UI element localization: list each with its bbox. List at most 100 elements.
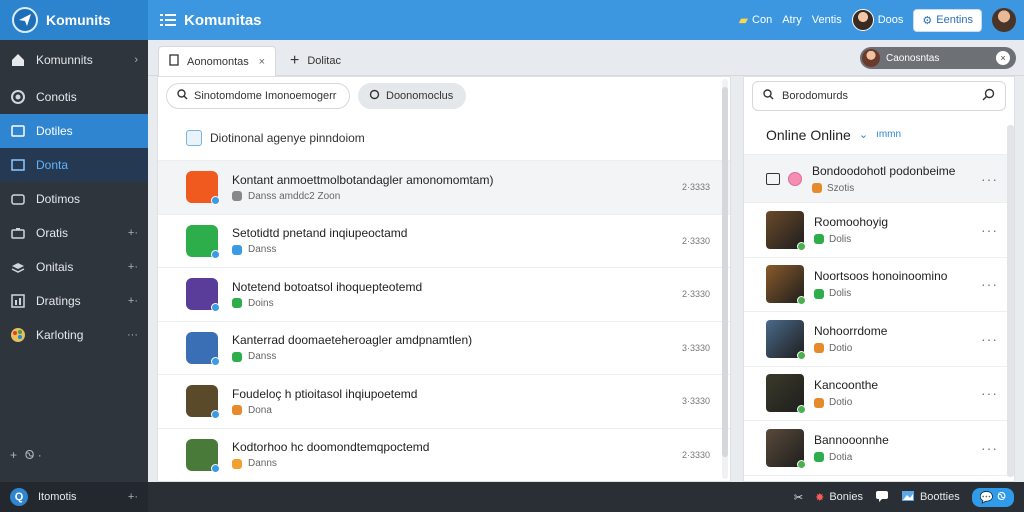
online-user-row[interactable]: Kancoonthe Dotio ··· [744,367,1014,421]
avatar [862,49,880,67]
online-user-row[interactable]: Bannooonnhe Dotia ··· [744,421,1014,476]
meta-icon [232,191,242,202]
more-options-icon[interactable]: ··· [981,331,998,347]
sidebar-item-komunnits[interactable]: Komunnits › [0,40,148,80]
meta-icon [232,298,242,309]
sidebar-item-onitais[interactable]: Onitais +· [0,250,148,284]
tab-new[interactable]: + Dolitac [280,46,351,76]
close-icon[interactable]: × [996,51,1010,65]
more-options-icon[interactable]: ··· [981,171,998,187]
meta-icon [232,405,242,416]
online-user-row[interactable]: Noortsoos honoinoomino Dolis ··· [744,258,1014,312]
circle-icon [10,89,26,105]
online-heading[interactable]: Online Online ⌄ ımmn [744,115,1014,155]
sidebar-item-dotimos[interactable]: Dotimos [0,182,148,216]
more-options-icon[interactable]: ··· [981,440,998,456]
top-item-ventis[interactable]: Ventis [812,14,842,26]
avatar [766,265,806,306]
top-item-doos[interactable]: Doos [851,9,903,31]
badge-icon [788,171,802,186]
item-meta: Danss amddc2 Zoon [232,191,493,202]
sidebar-item-donta[interactable]: Donta [0,148,148,182]
magnifier-icon[interactable] [982,88,995,104]
brand-area[interactable]: Komunits [0,0,148,40]
filter-chip[interactable]: Doonomoclus [358,83,466,109]
more-options-icon[interactable]: ··· [981,276,998,292]
toolbox-icon [10,225,26,241]
status-dot [211,356,220,366]
q-logo-icon: Q [10,488,28,506]
item-time: 3·3330 [681,396,710,407]
bottom-item-2[interactable]: Bootties [901,490,960,505]
online-panel: Borodomurds Online Online ⌄ ımmn Bondood… [743,76,1015,482]
status-icon [814,452,824,463]
online-search-input[interactable]: Borodomurds [752,81,1006,111]
menu-icon[interactable] [158,10,178,30]
app-thumbnail [186,171,220,206]
chat-icon[interactable] [766,172,780,185]
top-bar: Komunitas ▰ Con Atry Ventis Doos ⚙ Eenti… [148,0,1024,40]
list-item[interactable]: Setotidtd pnetand inqiupeoctamd Danss 2·33… [158,215,730,268]
app-thumbnail [186,331,220,366]
plus-icon: + [10,448,18,462]
online-user-row[interactable]: Bondoodohotl podonbeime Szotis ··· [744,155,1014,203]
status-dot [211,249,220,259]
user-status: Dotia [814,452,889,463]
status-dot [797,350,806,360]
scissors-icon[interactable]: ✂ [794,491,803,504]
status-icon [812,183,822,193]
top-item-atry[interactable]: Atry [782,14,802,26]
bottom-item-1[interactable]: ✸ Bonies [815,491,863,504]
tablet-icon [10,123,26,139]
sidebar-add-row[interactable]: + Ꮻ · [0,442,148,468]
alert-icon: ✸ [815,491,825,504]
user-chip[interactable]: Caonosntas × [860,47,1016,69]
user-name: Nohoorrdome [814,323,888,338]
user-name: Bannooonnhe [814,432,889,447]
user-name: Noortsoos honoinoomino [814,269,948,284]
online-user-row[interactable]: Roomoohoyig Dolis ··· [744,203,1014,258]
chat-icon[interactable] [875,490,889,505]
list-item[interactable]: Foudeloç h ptioitasol ihqiupoetemd Dona 3·… [158,375,730,429]
item-time: 3·3330 [681,342,710,353]
sidebar-item-dotiles[interactable]: Dotiles [0,114,148,148]
sidebar-item-karloting[interactable]: Karloting ··· [0,318,148,352]
sidebar-item-oratis[interactable]: Oratis +· [0,216,148,250]
list-item[interactable]: Kanterrad doomaeteheroagler amdpnamtlen)… [158,322,730,375]
sidebar-item-dratings[interactable]: Dratings +· [0,284,148,318]
app-thumbnail [186,224,220,259]
scrollbar-track[interactable] [1007,125,1014,477]
more-options-icon[interactable]: ··· [981,385,998,401]
online-user-row[interactable]: Nohoorrdome Dotio ··· [744,312,1014,367]
list-item[interactable]: Kontant anmoettmolbotandagler amonomomta… [158,161,730,215]
item-time: 2·3330 [681,449,710,460]
scrollbar-thumb[interactable] [722,87,728,457]
status-dot [797,296,806,306]
status-dot [211,410,220,420]
bottom-action-button[interactable]: 💬 Ꮻ [971,487,1014,507]
search-icon [763,89,774,103]
more-options-icon[interactable]: ··· [981,222,998,238]
sidebar: Komunnits › Conotis Dotiles Donta Dotimo… [0,40,148,482]
sidebar-footer[interactable]: Q Itomotis +· [0,482,148,512]
user-status: Szotis [812,183,955,194]
tab-active[interactable]: Aonomontas × [158,46,276,76]
item-meta: Danss [232,244,407,255]
list-item[interactable]: Notetend botoatsol ihoquepteotemd Doins 2·… [158,268,730,322]
user-status: Dotio [814,397,878,408]
avatar [766,319,806,360]
status-dot [797,241,806,251]
user-avatar[interactable] [992,8,1016,32]
search-input[interactable]: Sinotomdome Imonoemogerr [166,83,350,109]
list-item[interactable]: Kodtorhoo hc doomondtemqpoctemd Danns 2·33… [158,429,730,482]
status-dot [211,463,220,473]
top-item-con[interactable]: ▰ Con [739,13,772,27]
chat-bubble-icon: 💬 [979,491,994,504]
top-action-button[interactable]: ⚙ Eentins [913,8,982,32]
close-icon[interactable]: × [259,56,265,68]
sidebar-item-conotis[interactable]: Conotis [0,80,148,114]
section-heading: Diotinonal agenye pinndoiom [158,115,730,161]
status-icon [814,234,824,245]
page-title: Komunitas [184,11,262,29]
status-dot [797,405,806,415]
